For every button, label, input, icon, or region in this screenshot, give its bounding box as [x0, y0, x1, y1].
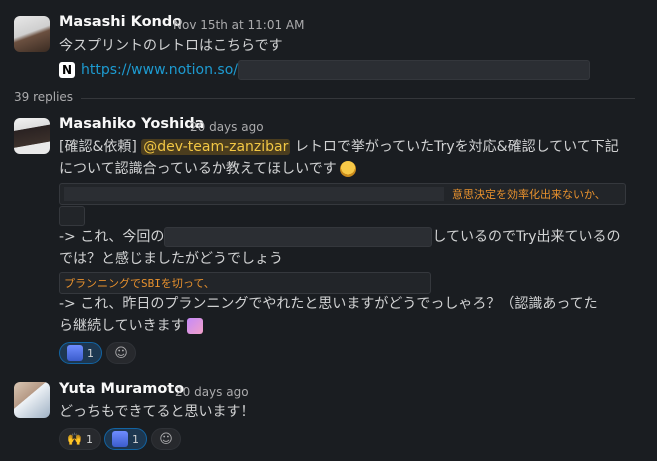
message-timestamp[interactable]: Nov 15th at 11:01 AM — [173, 18, 304, 32]
reaction-custom[interactable]: 1 — [59, 342, 102, 364]
author-name[interactable]: Masashi Kondo — [59, 14, 182, 30]
replies-count[interactable]: 39 replies — [14, 90, 82, 104]
reaction-count: 1 — [87, 346, 94, 360]
message-line: では？と感じましたがどうでしょう — [59, 251, 283, 267]
code-block — [59, 206, 85, 226]
message-line: -> これ、昨日のプランニングでやれたと思いますがどうでっしゃろ？（認識あってた — [59, 296, 598, 312]
add-reaction-button[interactable]: ☺ — [106, 342, 136, 364]
redacted-text — [237, 60, 590, 80]
code-text: 意思決定を効率化出来ないか、 — [452, 188, 606, 201]
avatar[interactable] — [14, 118, 50, 154]
author-name[interactable]: Masahiko Yoshida — [59, 116, 204, 132]
line-text: -> これ、今回の — [59, 229, 165, 245]
line-text: しているのでTry出来ているの — [432, 229, 621, 245]
raised-hands-icon: 🙌 — [67, 432, 82, 446]
reaction-raised-hands[interactable]: 🙌 1 — [59, 428, 101, 450]
avatar[interactable] — [14, 382, 50, 418]
message-line: [確認&依頼] @dev-team-zanzibar レトロで挙がっていたTry… — [59, 136, 619, 158]
message-text: どっちもできてると思います！ — [59, 404, 255, 420]
redacted-text — [164, 227, 433, 247]
add-reaction-button[interactable]: ☺ — [151, 428, 181, 450]
add-reaction-icon: ☺ — [114, 345, 128, 361]
notion-link[interactable]: https://www.notion.so/ — [81, 62, 238, 78]
message-timestamp[interactable]: 20 days ago — [190, 120, 264, 134]
message-line: ら継続していきます — [59, 315, 203, 337]
line-text: について認識合っているか教えてほしいです — [59, 161, 337, 177]
author-name[interactable]: Yuta Muramoto — [59, 381, 184, 397]
line-text: ら継続していきます — [59, 318, 185, 334]
request-tag: [確認&依頼] — [59, 139, 137, 155]
team-mention[interactable]: @dev-team-zanzibar — [141, 139, 291, 155]
message-line: -> これ、今回の しているのでTry出来ているの — [59, 226, 621, 248]
avatar[interactable] — [14, 16, 50, 52]
reaction-custom[interactable]: 1 — [104, 428, 147, 450]
message-text: 今スプリントのレトロはこちらです — [59, 38, 283, 54]
line-text: レトロで挙がっていたTryを対応&確認していて下記 — [294, 139, 619, 155]
redacted-text — [64, 187, 444, 201]
message-line: について認識合っているか教えてほしいです — [59, 158, 356, 180]
add-reaction-icon: ☺ — [159, 431, 173, 447]
custom-emoji-icon — [67, 345, 83, 361]
thread-divider — [14, 98, 635, 99]
sparkle-emoji-icon — [186, 318, 203, 334]
message-timestamp[interactable]: 20 days ago — [175, 385, 249, 399]
link-line: Nhttps://www.notion.so/ — [59, 59, 590, 81]
code-text: プランニングでSBIを切って、 — [64, 277, 215, 290]
bow-emoji-icon — [339, 161, 356, 177]
notion-icon: N — [59, 62, 75, 78]
code-block: 意思決定を効率化出来ないか、 — [59, 183, 626, 205]
custom-emoji-icon — [112, 431, 128, 447]
code-block: プランニングでSBIを切って、 — [59, 272, 431, 294]
reaction-count: 1 — [85, 432, 93, 446]
reaction-count: 1 — [132, 432, 139, 446]
